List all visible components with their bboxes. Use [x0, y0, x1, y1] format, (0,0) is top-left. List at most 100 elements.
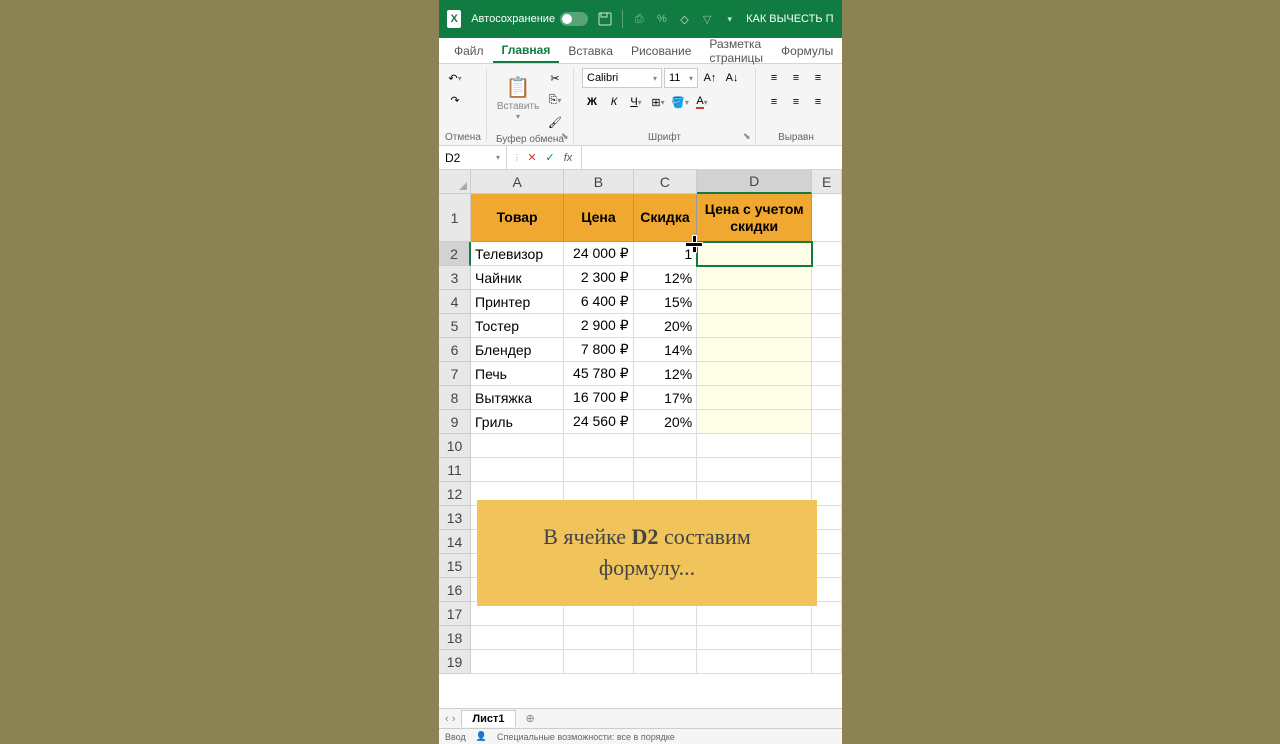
cell[interactable]: [697, 314, 812, 338]
sheet-nav[interactable]: ‹ ›: [445, 713, 455, 725]
qat-icon-1[interactable]: ⎙: [633, 11, 646, 27]
name-box[interactable]: D2▾: [439, 146, 507, 169]
cell[interactable]: Телевизор: [471, 242, 564, 266]
name-box-expand-icon[interactable]: ⋮: [513, 153, 521, 162]
row-header-16[interactable]: 16: [439, 578, 471, 602]
borders-button[interactable]: ⊞▾: [648, 92, 668, 112]
row-header-13[interactable]: 13: [439, 506, 471, 530]
italic-button[interactable]: К: [604, 92, 624, 112]
cell[interactable]: 6 400 ₽: [564, 290, 633, 314]
qat-customize-icon[interactable]: ▾: [723, 11, 736, 27]
align-middle-button[interactable]: ≡: [786, 68, 806, 88]
shrink-font-button[interactable]: A↓: [722, 68, 742, 88]
empty-cell[interactable]: [697, 626, 812, 650]
empty-cell[interactable]: [564, 650, 633, 674]
cell[interactable]: 45 780 ₽: [564, 362, 633, 386]
undo-button[interactable]: ↶ ▾: [445, 68, 465, 88]
cell[interactable]: Чайник: [471, 266, 564, 290]
cell[interactable]: Блендер: [471, 338, 564, 362]
sheet-tab-1[interactable]: Лист1: [461, 710, 515, 727]
empty-cell[interactable]: [697, 434, 812, 458]
align-center-button[interactable]: ≡: [786, 92, 806, 112]
empty-cell[interactable]: [471, 458, 564, 482]
row-header-15[interactable]: 15: [439, 554, 471, 578]
row-header-17[interactable]: 17: [439, 602, 471, 626]
table-header[interactable]: Цена с учетом скидки: [697, 194, 812, 242]
empty-cell[interactable]: [812, 602, 842, 626]
row-header-12[interactable]: 12: [439, 482, 471, 506]
qat-icon-3[interactable]: ◇: [678, 11, 691, 27]
empty-cell[interactable]: [812, 626, 842, 650]
cell[interactable]: Принтер: [471, 290, 564, 314]
cell[interactable]: Вытяжка: [471, 386, 564, 410]
cell[interactable]: [697, 386, 812, 410]
cell[interactable]: 24 000 ₽: [564, 242, 633, 266]
font-launcher-icon[interactable]: ⬊: [743, 131, 753, 141]
col-header-E[interactable]: E: [812, 170, 842, 194]
col-header-D[interactable]: D: [697, 170, 812, 194]
align-right-button[interactable]: ≡: [808, 92, 828, 112]
align-left-button[interactable]: ≡: [764, 92, 784, 112]
empty-cell[interactable]: [812, 386, 842, 410]
empty-cell[interactable]: [812, 410, 842, 434]
empty-cell[interactable]: [634, 626, 698, 650]
row-header-8[interactable]: 8: [439, 386, 471, 410]
empty-cell[interactable]: [564, 458, 633, 482]
empty-cell[interactable]: [697, 458, 812, 482]
font-name-select[interactable]: Calibri▾: [582, 68, 662, 88]
empty-cell[interactable]: [697, 650, 812, 674]
empty-cell[interactable]: [564, 626, 633, 650]
table-header[interactable]: Цена: [564, 194, 633, 242]
cell[interactable]: [697, 362, 812, 386]
cell[interactable]: 17%: [634, 386, 698, 410]
toggle-switch-icon[interactable]: [560, 12, 588, 26]
empty-cell[interactable]: [812, 650, 842, 674]
row-header-19[interactable]: 19: [439, 650, 471, 674]
cell[interactable]: Печь: [471, 362, 564, 386]
redo-button[interactable]: ↷: [445, 90, 465, 110]
cell[interactable]: 15%: [634, 290, 698, 314]
font-size-select[interactable]: 11▾: [664, 68, 698, 88]
empty-cell[interactable]: [634, 434, 698, 458]
format-painter-button[interactable]: 🖌: [545, 112, 565, 132]
row-header-9[interactable]: 9: [439, 410, 471, 434]
cell[interactable]: [697, 290, 812, 314]
cell[interactable]: 16 700 ₽: [564, 386, 633, 410]
insert-function-button[interactable]: fx: [561, 151, 575, 165]
cell[interactable]: 2 900 ₽: [564, 314, 633, 338]
empty-cell[interactable]: [812, 290, 842, 314]
empty-cell[interactable]: [471, 626, 564, 650]
row-header-14[interactable]: 14: [439, 530, 471, 554]
cell[interactable]: 20%: [634, 410, 698, 434]
row-header-18[interactable]: 18: [439, 626, 471, 650]
add-sheet-button[interactable]: ⊕: [522, 712, 539, 725]
align-top-button[interactable]: ≡: [764, 68, 784, 88]
empty-cell[interactable]: [471, 650, 564, 674]
tab-file[interactable]: Файл: [445, 40, 493, 62]
cell[interactable]: 7 800 ₽: [564, 338, 633, 362]
table-header[interactable]: Товар: [471, 194, 564, 242]
empty-cell[interactable]: [812, 434, 842, 458]
cell[interactable]: [697, 338, 812, 362]
empty-cell[interactable]: [564, 602, 633, 626]
cell[interactable]: [697, 410, 812, 434]
cell[interactable]: Тостер: [471, 314, 564, 338]
row-header-1[interactable]: 1: [439, 194, 471, 242]
row-header-5[interactable]: 5: [439, 314, 471, 338]
cell[interactable]: 1: [634, 242, 698, 266]
cancel-button[interactable]: ✕: [525, 151, 539, 165]
tab-formulas[interactable]: Формулы: [772, 40, 842, 62]
bold-button[interactable]: Ж: [582, 92, 602, 112]
empty-cell[interactable]: [812, 314, 842, 338]
fill-color-button[interactable]: 🪣▾: [670, 92, 690, 112]
col-header-B[interactable]: B: [564, 170, 633, 194]
underline-button[interactable]: Ч▾: [626, 92, 646, 112]
save-icon[interactable]: [598, 11, 612, 27]
clipboard-launcher-icon[interactable]: ⬊: [561, 131, 571, 141]
row-header-4[interactable]: 4: [439, 290, 471, 314]
qat-icon-2[interactable]: %: [656, 11, 669, 27]
cell[interactable]: 12%: [634, 362, 698, 386]
empty-cell[interactable]: [634, 458, 698, 482]
align-bottom-button[interactable]: ≡: [808, 68, 828, 88]
cell[interactable]: 24 560 ₽: [564, 410, 633, 434]
